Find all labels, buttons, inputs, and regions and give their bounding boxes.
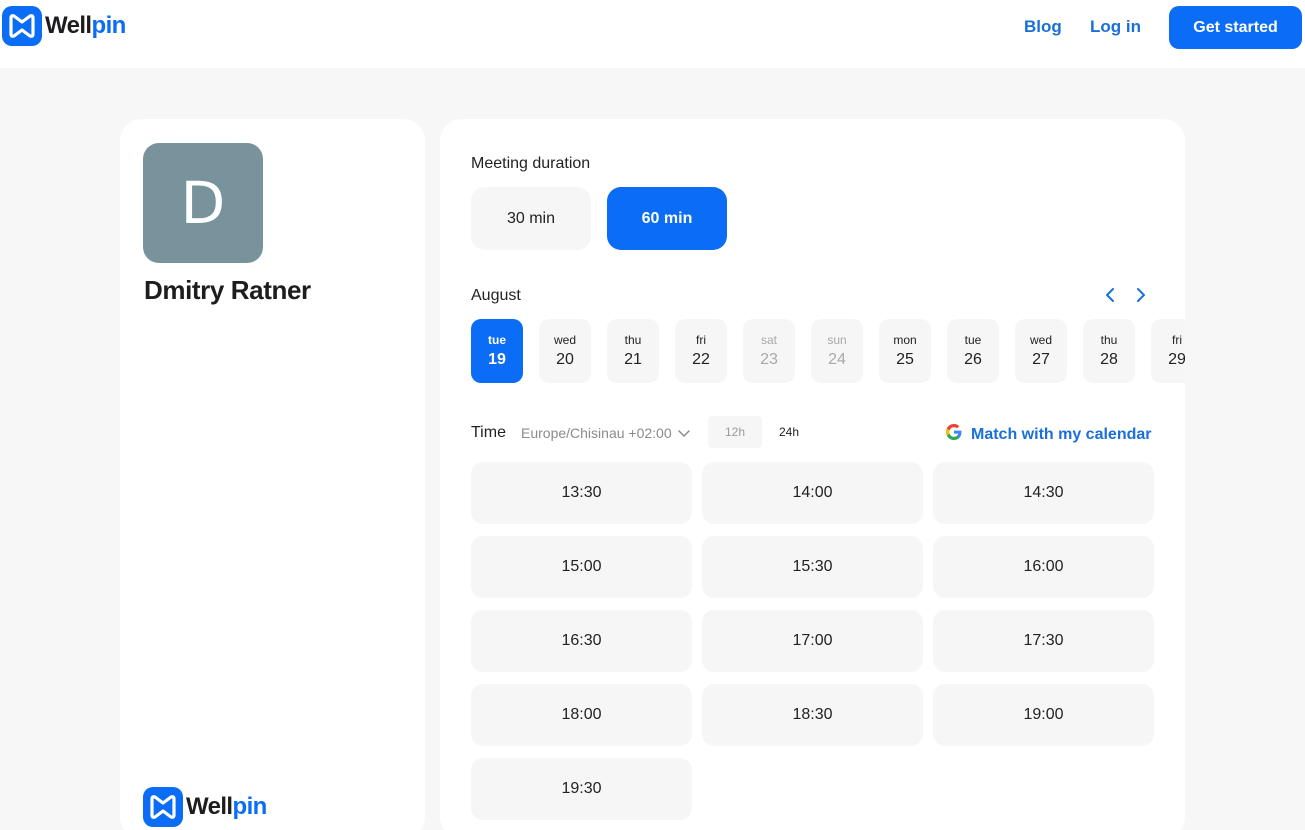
day-name: wed xyxy=(1029,333,1052,347)
day-name: thu xyxy=(624,333,642,347)
meeting-duration-label: Meeting duration xyxy=(471,155,591,172)
chevron-left-icon[interactable] xyxy=(1100,285,1120,305)
day-name: tue xyxy=(964,333,982,347)
day-number: 27 xyxy=(1032,351,1050,368)
timezone-value: Europe/Chisinau +02:00 xyxy=(521,425,672,441)
month-label: August xyxy=(471,287,521,304)
day-number: 23 xyxy=(760,351,778,368)
booking-card: Meeting duration 30 min 60 min August tu… xyxy=(440,119,1185,830)
day-number: 25 xyxy=(896,351,914,368)
day-name: fri xyxy=(1172,333,1182,347)
time-label: Time xyxy=(471,424,506,441)
format-24h-button[interactable]: 24h xyxy=(762,416,816,448)
time-slot-1330[interactable]: 13:30 xyxy=(471,462,692,524)
avatar: D xyxy=(143,143,263,263)
day-name: fri xyxy=(696,333,706,347)
time-slot-1800[interactable]: 18:00 xyxy=(471,684,692,746)
time-slot-1600[interactable]: 16:00 xyxy=(933,536,1154,598)
day-26[interactable]: tue 26 xyxy=(947,319,999,383)
get-started-button[interactable]: Get started xyxy=(1169,6,1302,49)
time-slot-1400[interactable]: 14:00 xyxy=(702,462,923,524)
day-number: 19 xyxy=(488,351,506,368)
day-27[interactable]: wed 27 xyxy=(1015,319,1067,383)
day-23[interactable]: sat 23 xyxy=(743,319,795,383)
day-20[interactable]: wed 20 xyxy=(539,319,591,383)
time-slot-1700[interactable]: 17:00 xyxy=(702,610,923,672)
time-slot-1900[interactable]: 19:00 xyxy=(933,684,1154,746)
day-name: mon xyxy=(893,333,917,347)
day-name: sun xyxy=(827,333,847,347)
google-icon xyxy=(945,423,963,446)
day-24[interactable]: sun 24 xyxy=(811,319,863,383)
day-number: 29 xyxy=(1168,351,1185,368)
day-name: wed xyxy=(553,333,576,347)
chevron-down-icon xyxy=(677,425,690,441)
time-slot-1930[interactable]: 19:30 xyxy=(471,758,692,820)
time-slot-1830[interactable]: 18:30 xyxy=(702,684,923,746)
top-bar: Wellpin Blog Log in Get started xyxy=(0,0,1305,68)
duration-60-button[interactable]: 60 min xyxy=(607,187,727,250)
timezone-select[interactable]: Europe/Chisinau +02:00 xyxy=(521,425,690,441)
wellpin-footer-logo[interactable]: Wellpin xyxy=(143,787,267,827)
match-calendar-link[interactable]: Match with my calendar xyxy=(945,423,1152,446)
time-slot-1500[interactable]: 15:00 xyxy=(471,536,692,598)
day-29[interactable]: fri 29 xyxy=(1151,319,1185,383)
time-slot-1430[interactable]: 14:30 xyxy=(933,462,1154,524)
day-name: thu xyxy=(1100,333,1118,347)
nav-login-link[interactable]: Log in xyxy=(1090,17,1141,37)
nav-blog-link[interactable]: Blog xyxy=(1024,17,1062,37)
day-number: 20 xyxy=(556,351,574,368)
day-name: sat xyxy=(760,333,777,347)
wellpin-logo-text: Wellpin xyxy=(45,12,126,39)
match-calendar-label: Match with my calendar xyxy=(971,425,1152,443)
time-slot-1530[interactable]: 15:30 xyxy=(702,536,923,598)
wellpin-logo-icon xyxy=(2,6,42,46)
wellpin-logo[interactable]: Wellpin xyxy=(2,6,126,46)
host-name: Dmitry Ratner xyxy=(144,275,311,305)
day-number: 21 xyxy=(624,351,642,368)
wellpin-logo-icon xyxy=(143,787,183,827)
time-slot-1630[interactable]: 16:30 xyxy=(471,610,692,672)
day-number: 28 xyxy=(1100,351,1118,368)
time-slot-1730[interactable]: 17:30 xyxy=(933,610,1154,672)
day-number: 26 xyxy=(964,351,982,368)
format-12h-button[interactable]: 12h xyxy=(708,416,762,448)
host-card: D Dmitry Ratner xyxy=(120,119,425,830)
day-name: tue xyxy=(488,333,506,347)
wellpin-logo-text: Wellpin xyxy=(186,793,267,820)
chevron-right-icon[interactable] xyxy=(1131,285,1151,305)
day-25[interactable]: mon 25 xyxy=(879,319,931,383)
day-21[interactable]: thu 21 xyxy=(607,319,659,383)
duration-30-button[interactable]: 30 min xyxy=(471,187,591,250)
day-number: 24 xyxy=(828,351,846,368)
day-number: 22 xyxy=(692,351,710,368)
day-22[interactable]: fri 22 xyxy=(675,319,727,383)
day-19[interactable]: tue 19 xyxy=(471,319,523,383)
day-strip: tue 19 wed 20 thu 21 fri 22 sat 23 sun 24 mon 25 tue 26… xyxy=(471,319,1185,383)
day-28[interactable]: thu 28 xyxy=(1083,319,1135,383)
